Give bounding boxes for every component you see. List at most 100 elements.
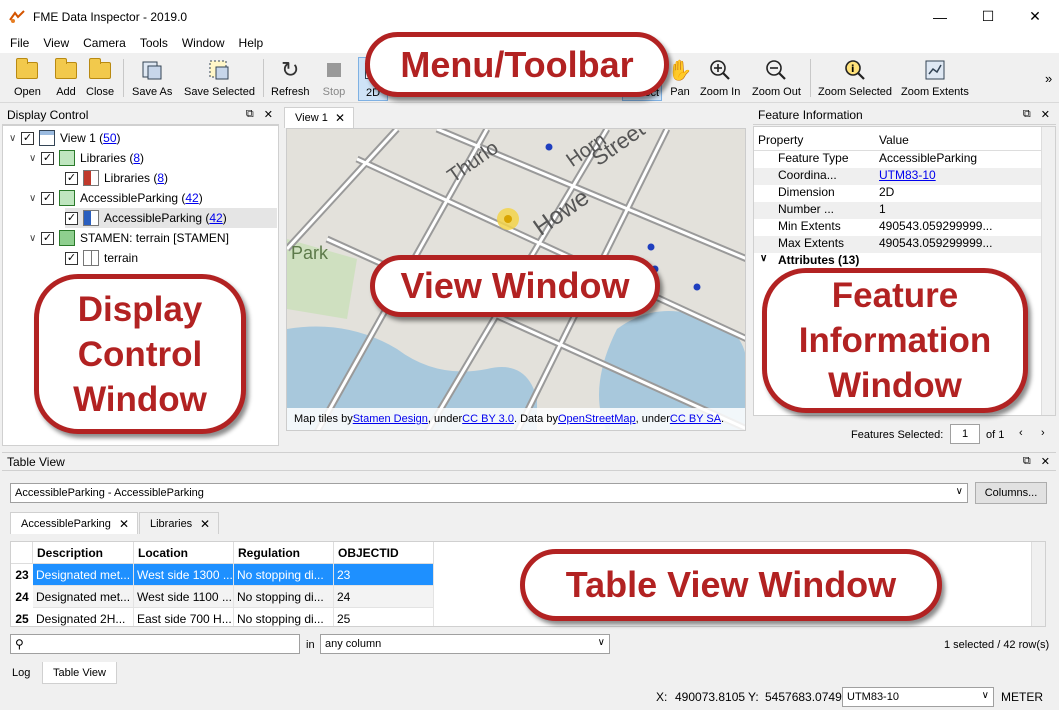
column-header-regulation[interactable]: Regulation xyxy=(234,542,334,564)
menu-view[interactable]: View xyxy=(36,36,76,50)
tab-view-1[interactable]: View 1 ✕ xyxy=(284,107,354,128)
feature-index-input[interactable]: 1 xyxy=(950,424,980,444)
toolbar-overflow-button[interactable]: » xyxy=(1045,71,1052,86)
table-cell[interactable]: No stopping di... xyxy=(234,586,334,608)
zoom-selected-button[interactable]: i Zoom Selected xyxy=(818,57,892,101)
table-cell[interactable]: West side 1300 ... xyxy=(134,564,234,586)
table-cell[interactable]: Designated 2H... xyxy=(33,608,134,626)
table-cell[interactable]: No stopping di... xyxy=(234,564,334,586)
close-panel-icon[interactable]: ✕ xyxy=(1041,455,1050,468)
add-button[interactable]: Add xyxy=(54,57,78,101)
close-tab-icon[interactable]: ✕ xyxy=(119,517,129,531)
tab-log[interactable]: Log xyxy=(2,662,40,684)
menu-tools[interactable]: Tools xyxy=(133,36,175,50)
tree-item-libraries-type[interactable]: ✓ Libraries (8 ) xyxy=(65,168,168,188)
float-icon[interactable]: ⧉ xyxy=(1023,455,1031,468)
vertical-scrollbar[interactable] xyxy=(1041,127,1055,415)
cc-by-sa-link[interactable]: CC BY SA xyxy=(670,413,721,425)
crs-select[interactable]: UTM83-10 ∨ xyxy=(842,687,994,707)
column-header-objectid[interactable]: OBJECTID xyxy=(334,542,434,564)
table-cell[interactable]: 25 xyxy=(334,608,434,626)
chevron-down-icon[interactable]: ∨ xyxy=(29,153,41,164)
table-cell[interactable]: West side 1100 ... xyxy=(134,586,234,608)
tab-libraries[interactable]: Libraries ✕ xyxy=(139,512,219,534)
feature-info-row[interactable]: Feature Type AccessibleParking xyxy=(754,151,1042,168)
tree-item-stamen-terrain[interactable]: ∨ ✓ STAMEN: terrain [STAMEN] xyxy=(29,228,229,248)
feature-info-row[interactable]: Min Extents 490543.059299999... xyxy=(754,219,1042,236)
zoom-out-icon xyxy=(764,57,788,83)
tab-table-view[interactable]: Table View xyxy=(42,662,117,684)
stop-button[interactable]: Stop xyxy=(322,57,346,101)
previous-feature-icon[interactable]: ‹ xyxy=(1019,427,1023,439)
tree-item-libraries-dataset[interactable]: ∨ ✓ Libraries (8 ) xyxy=(29,148,144,168)
checkbox[interactable]: ✓ xyxy=(65,211,78,225)
chevron-down-icon[interactable]: ∨ xyxy=(29,193,41,204)
chevron-down-icon[interactable]: ∨ xyxy=(29,233,41,244)
menu-camera[interactable]: Camera xyxy=(76,36,133,50)
checkbox[interactable]: ✓ xyxy=(21,131,34,145)
table-cell[interactable]: 23 xyxy=(334,564,434,586)
table-cell[interactable]: No stopping di... xyxy=(234,608,334,626)
x-coordinate: 490073.8105 xyxy=(675,690,746,704)
save-selected-button[interactable]: Save Selected xyxy=(184,57,255,101)
checkbox[interactable]: ✓ xyxy=(41,231,54,245)
minimize-button[interactable]: — xyxy=(917,0,963,33)
close-panel-icon[interactable]: ✕ xyxy=(264,108,273,121)
columns-button[interactable]: Columns... xyxy=(975,482,1047,504)
tree-item-terrain[interactable]: ✓ terrain xyxy=(65,248,138,268)
checkbox[interactable]: ✓ xyxy=(41,191,54,205)
grid-icon xyxy=(83,250,99,266)
float-icon[interactable]: ⧉ xyxy=(246,108,254,121)
feature-info-row[interactable]: Max Extents 490543.059299999... xyxy=(754,236,1042,253)
save-as-button[interactable]: Save As xyxy=(132,57,172,101)
feature-info-row[interactable]: Dimension 2D xyxy=(754,185,1042,202)
tab-accessibleparking[interactable]: AccessibleParking ✕ xyxy=(10,512,138,534)
close-panel-icon[interactable]: ✕ xyxy=(1041,108,1050,121)
column-header-location[interactable]: Location xyxy=(134,542,234,564)
zoom-extents-button[interactable]: Zoom Extents xyxy=(901,57,969,101)
folder-close-icon xyxy=(88,57,112,83)
checkbox[interactable]: ✓ xyxy=(65,171,78,185)
row-number[interactable]: 24 xyxy=(11,586,33,608)
zoom-extents-icon xyxy=(923,57,947,83)
column-header-description[interactable]: Description xyxy=(33,542,134,564)
close-window-button[interactable]: ✕ xyxy=(1012,0,1058,33)
cc-by-link[interactable]: CC BY 3.0 xyxy=(462,413,514,425)
menu-file[interactable]: File xyxy=(3,36,36,50)
tree-item-accessibleparking-dataset[interactable]: ∨ ✓ AccessibleParking (42 ) xyxy=(29,188,203,208)
row-number[interactable]: 25 xyxy=(11,608,33,626)
next-feature-icon[interactable]: › xyxy=(1041,427,1045,439)
zoom-in-button[interactable]: Zoom In xyxy=(700,57,740,101)
close-tab-icon[interactable]: ✕ xyxy=(200,517,210,531)
tree-item-view[interactable]: ∨ ✓ View 1 (50 ) xyxy=(9,128,121,148)
close-tab-icon[interactable]: ✕ xyxy=(335,111,345,125)
open-button[interactable]: Open xyxy=(14,57,41,101)
chevron-down-icon[interactable]: ∨ xyxy=(9,133,21,144)
osm-link[interactable]: OpenStreetMap xyxy=(558,413,636,425)
row-number[interactable]: 23 xyxy=(11,564,33,586)
pan-button[interactable]: ✋ Pan xyxy=(668,57,693,101)
checkbox[interactable]: ✓ xyxy=(65,251,78,265)
dataset-select[interactable]: AccessibleParking - AccessibleParking ∨ xyxy=(10,483,968,503)
table-cell[interactable]: East side 700 H... xyxy=(134,608,234,626)
table-cell[interactable]: Designated met... xyxy=(33,564,134,586)
stamen-link[interactable]: Stamen Design xyxy=(353,413,428,425)
search-input[interactable]: ⚲ xyxy=(10,634,300,654)
menu-window[interactable]: Window xyxy=(175,36,232,50)
tree-item-accessibleparking-type[interactable]: ✓ AccessibleParking (42 ) xyxy=(65,208,277,228)
feature-info-row[interactable]: Number ... 1 xyxy=(754,202,1042,219)
refresh-button[interactable]: ↻ Refresh xyxy=(271,57,310,101)
zoom-out-button[interactable]: Zoom Out xyxy=(752,57,801,101)
features-selected-bar: Features Selected: 1 of 1 ‹ › xyxy=(753,423,1056,447)
table-cell[interactable]: Designated met... xyxy=(33,586,134,608)
feature-info-row[interactable]: Coordina... UTM83-10 xyxy=(754,168,1042,185)
search-scope-select[interactable]: any column ∨ xyxy=(320,634,610,654)
checkbox[interactable]: ✓ xyxy=(41,151,54,165)
menu-help[interactable]: Help xyxy=(232,36,271,50)
vertical-scrollbar[interactable] xyxy=(1031,542,1045,626)
save-selected-icon xyxy=(207,57,231,83)
float-icon[interactable]: ⧉ xyxy=(1023,108,1031,121)
close-button[interactable]: Close xyxy=(86,57,114,101)
table-cell[interactable]: 24 xyxy=(334,586,434,608)
maximize-button[interactable]: ☐ xyxy=(965,0,1011,33)
